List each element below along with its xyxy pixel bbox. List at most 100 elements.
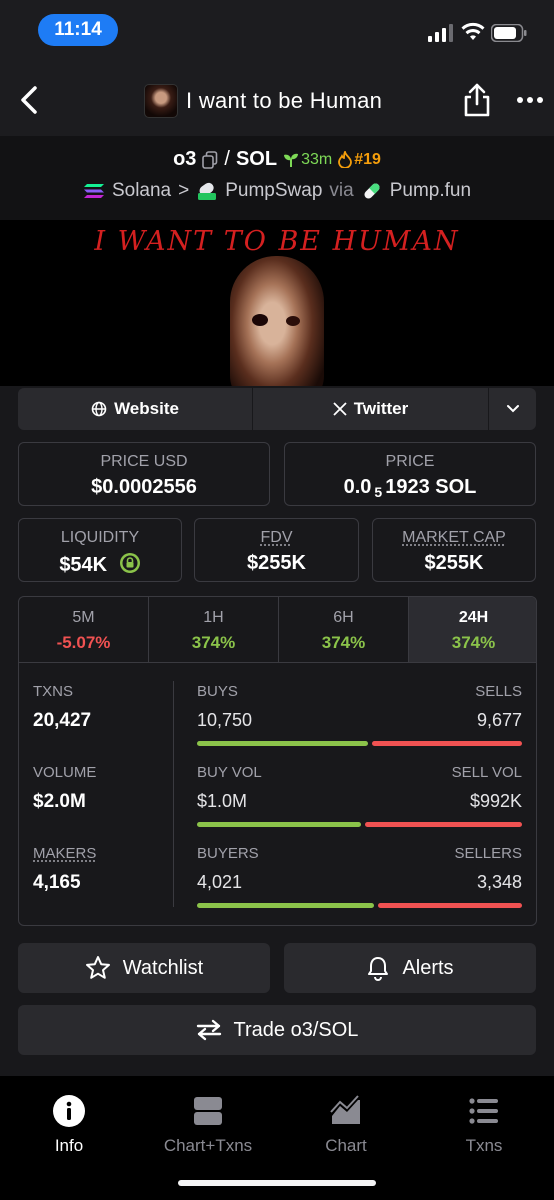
quote-symbol: SOL — [235, 148, 278, 170]
social-links-bar: Website Twitter — [18, 388, 536, 430]
trending-rank[interactable]: #19 — [338, 151, 381, 169]
base-symbol: o3 — [173, 148, 197, 170]
pair-age-text: 33m — [301, 150, 333, 168]
website-link-button[interactable]: Website — [18, 388, 253, 430]
fdv-card: FDV $255K — [194, 518, 359, 582]
buy-vol-label: BUY VOL — [197, 764, 262, 781]
liquidity-value: $54K — [59, 554, 108, 576]
x-logo-icon — [333, 402, 347, 416]
more-links-button[interactable] — [489, 388, 536, 430]
more-options-icon[interactable] — [516, 96, 544, 104]
buy-vol-value: $1.0M — [197, 791, 248, 811]
txns-label: TXNS — [33, 683, 74, 700]
volume-label: VOLUME — [33, 764, 97, 781]
status-bar: 11:14 — [0, 0, 554, 64]
makers-label[interactable]: MAKERS — [33, 845, 96, 862]
timeframe-tabs: 5M -5.07% 1H 374% 6H 374% 24H 374% — [19, 597, 536, 663]
tab-6h[interactable]: 6H 374% — [279, 597, 409, 662]
sell-vol-label: SELL VOL — [451, 764, 522, 781]
token-title-group: I want to be Human — [144, 84, 382, 118]
share-icon[interactable] — [462, 82, 492, 118]
list-icon — [469, 1098, 498, 1124]
watchlist-button[interactable]: Watchlist — [18, 943, 270, 993]
buys-label: BUYS — [197, 683, 238, 700]
tab-chart[interactable]: Chart — [286, 1094, 406, 1156]
wifi-icon — [461, 22, 485, 40]
trending-rank-text: #19 — [354, 150, 381, 168]
bell-icon — [368, 957, 389, 981]
dex-name[interactable]: PumpSwap — [225, 180, 322, 202]
area-chart-icon — [330, 1095, 360, 1124]
flame-icon — [338, 151, 353, 168]
status-time: 11:14 — [38, 14, 118, 46]
price-usd-label: PRICE USD — [100, 453, 188, 470]
makers-value: 4,165 — [33, 872, 81, 893]
fdv-label[interactable]: FDV — [195, 529, 358, 547]
twitter-link-button[interactable]: Twitter — [253, 388, 489, 430]
pair-age: 33m — [283, 151, 332, 169]
twitter-label: Twitter — [353, 399, 409, 418]
buys-sells-ratio-bar — [197, 741, 522, 746]
tab-info-label: Info — [54, 1136, 84, 1155]
buy-sell-volume-ratio-bar — [197, 822, 522, 827]
tab-1h[interactable]: 1H 374% — [149, 597, 279, 662]
chevron-down-icon — [506, 405, 519, 413]
pair-header: o3 / SOL 33m #19 Solana > PumpSwap via P… — [0, 136, 554, 220]
sells-label: SELLS — [475, 683, 522, 700]
liquidity-card: LIQUIDITY $54K — [18, 518, 182, 582]
token-title: I want to be Human — [186, 88, 383, 113]
top-nav-bar: I want to be Human — [0, 64, 554, 136]
watchlist-label: Watchlist — [122, 956, 204, 979]
launchpad-name[interactable]: Pump.fun — [390, 180, 471, 202]
lock-icon[interactable] — [119, 552, 141, 574]
cellular-signal-icon — [428, 24, 453, 42]
breadcrumb-chevron: > — [178, 180, 190, 201]
market-cap-label[interactable]: MARKET CAP — [373, 529, 535, 547]
copy-icon[interactable] — [202, 150, 218, 169]
tab-chart-label: Chart — [325, 1136, 367, 1155]
tab-txns-label: Txns — [465, 1136, 503, 1155]
banner-title: I WANT TO BE HUMAN — [94, 226, 460, 257]
stats-panel: 5M -5.07% 1H 374% 6H 374% 24H 374% TXNS … — [18, 596, 537, 926]
info-icon — [53, 1095, 85, 1127]
sellers-value: 3,348 — [476, 872, 522, 892]
price-usd-card: PRICE USD $0.0002556 — [18, 442, 270, 506]
tab-txns[interactable]: Txns — [424, 1094, 544, 1156]
swap-arrows-icon — [196, 1019, 221, 1041]
trade-button[interactable]: Trade o3/SOL — [18, 1005, 536, 1055]
txns-value: 20,427 — [33, 710, 92, 731]
battery-icon — [491, 24, 527, 42]
sell-vol-value: $992K — [469, 791, 522, 811]
volume-value: $2.0M — [33, 791, 86, 812]
sellers-label: SELLERS — [454, 845, 522, 862]
txns-row: TXNS 20,427 BUYS 10,750 SELLS 9,677 — [19, 683, 536, 763]
price-native-label: PRICE — [385, 453, 435, 470]
buyers-sellers-ratio-bar — [197, 903, 522, 908]
tab-24h[interactable]: 24H 374% — [409, 597, 536, 662]
pumpfun-pill-icon — [364, 183, 380, 199]
pair-separator: / — [224, 148, 230, 170]
tab-5m[interactable]: 5M -5.07% — [19, 597, 149, 662]
tab-info[interactable]: Info — [9, 1094, 129, 1156]
home-indicator[interactable] — [178, 1180, 376, 1186]
via-text: via — [329, 180, 354, 201]
liquidity-label: LIQUIDITY — [60, 529, 140, 546]
price-native-card: PRICE 0.0 5 1923 SOL — [284, 442, 536, 506]
price-native-value: 0.0 5 1923 SOL — [343, 476, 477, 500]
buyers-value: 4,021 — [197, 872, 243, 892]
seedling-icon — [284, 153, 299, 167]
back-chevron-icon[interactable] — [16, 84, 44, 116]
website-label: Website — [114, 399, 179, 418]
alerts-button[interactable]: Alerts — [284, 943, 536, 993]
banner-face-illustration — [230, 256, 324, 405]
chain-name[interactable]: Solana — [112, 180, 171, 202]
token-banner-image: I WANT TO BE HUMAN — [0, 220, 554, 405]
market-cap-value: $255K — [424, 552, 484, 574]
tab-chart-txns[interactable]: Chart+Txns — [148, 1094, 268, 1156]
sells-value: 9,677 — [476, 710, 522, 730]
split-view-icon — [194, 1097, 222, 1125]
alerts-label: Alerts — [402, 956, 454, 979]
solana-icon — [83, 184, 104, 198]
liquidity-value-row: $54K — [19, 552, 181, 577]
token-avatar — [144, 84, 178, 118]
